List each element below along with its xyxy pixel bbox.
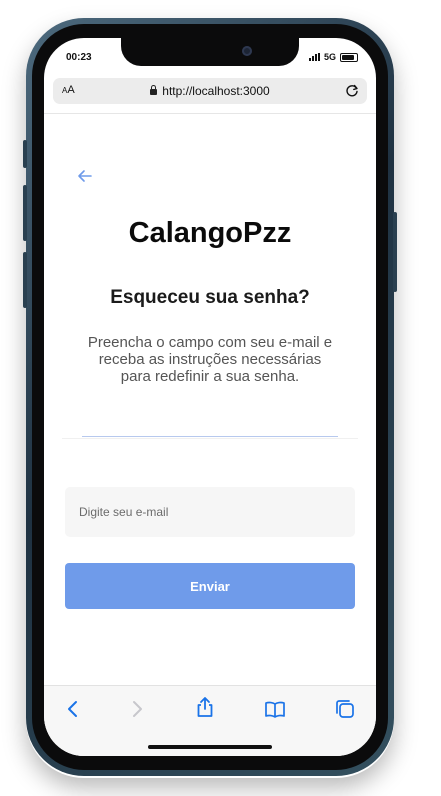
notch <box>121 38 299 66</box>
screen: 00:23 5G AA http://localhost:3000 Calang… <box>44 38 376 756</box>
status-indicators: 5G <box>308 52 358 62</box>
chevron-right-icon[interactable] <box>126 698 148 720</box>
battery-icon <box>340 52 358 62</box>
section-divider <box>82 436 338 437</box>
instructions-text: Preencha o campo com seu e-mail e receba… <box>87 334 333 385</box>
arrow-left-icon[interactable] <box>76 167 94 185</box>
signal-icon <box>308 53 320 61</box>
share-icon[interactable] <box>194 696 216 718</box>
front-camera <box>242 46 252 56</box>
url-display[interactable]: http://localhost:3000 <box>53 84 367 98</box>
email-field[interactable] <box>65 487 355 537</box>
tabs-icon[interactable] <box>334 698 356 720</box>
address-bar-divider <box>44 113 376 114</box>
book-icon[interactable] <box>264 698 286 720</box>
volume-down-button <box>23 252 27 308</box>
volume-up-button <box>23 185 27 241</box>
power-button <box>393 212 397 292</box>
reload-icon[interactable] <box>344 82 360 98</box>
submit-button[interactable]: Enviar <box>65 563 355 609</box>
network-type: 5G <box>323 52 336 62</box>
brand-title: CalangoPzz <box>128 217 292 249</box>
home-indicator[interactable] <box>148 745 272 749</box>
chevron-left-icon[interactable] <box>62 698 84 720</box>
section-divider-faint <box>62 438 358 439</box>
status-time: 00:23 <box>66 52 92 63</box>
url-text: http://localhost:3000 <box>162 84 270 98</box>
lock-icon <box>150 85 158 95</box>
page-heading: Esqueceu sua senha? <box>110 287 310 308</box>
address-bar[interactable]: AA http://localhost:3000 <box>53 78 367 104</box>
action-button <box>23 140 27 168</box>
